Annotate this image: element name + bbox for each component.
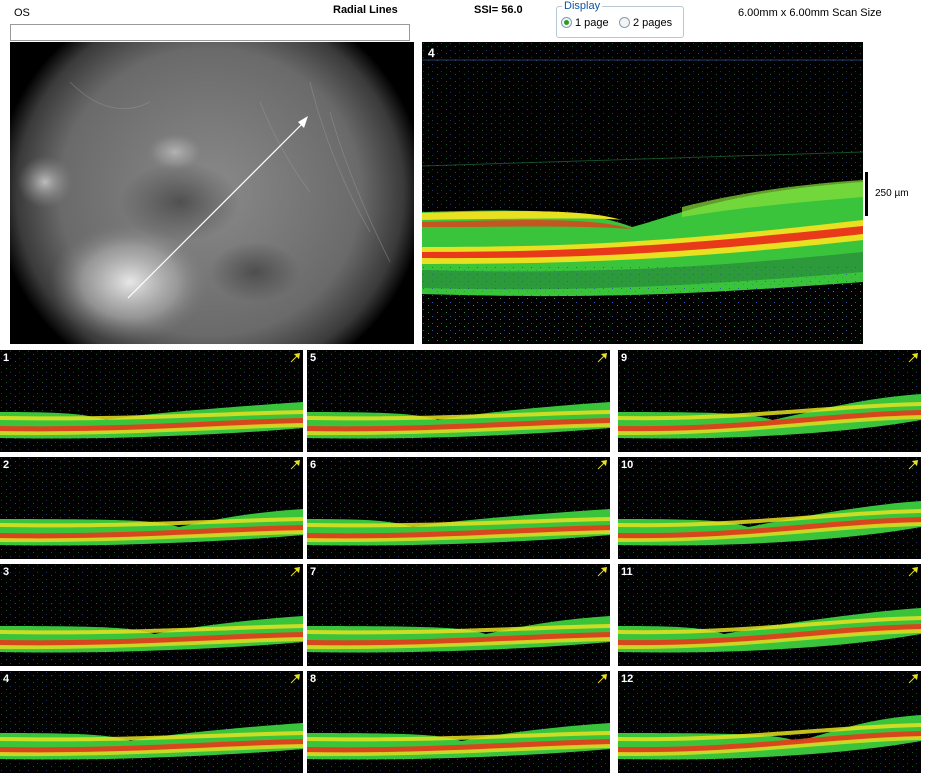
scan-pattern-label: Radial Lines	[333, 4, 398, 16]
thumbnail-scan-number: 3	[3, 566, 10, 578]
oct-thumbnail[interactable]: 8	[307, 671, 610, 773]
oct-thumbnail[interactable]: 5	[307, 350, 610, 452]
oct-thumbnail[interactable]: 7	[307, 564, 610, 666]
oct-thumbnail-svg	[0, 564, 303, 666]
radio-1-page-label: 1 page	[575, 17, 609, 29]
thumbnail-scan-number: 1	[3, 352, 10, 364]
oct-thumbnail-svg	[307, 564, 610, 666]
oct-thumbnail[interactable]: 10	[618, 457, 921, 559]
display-legend: Display	[562, 0, 603, 12]
oct-thumbnail[interactable]: 9	[618, 350, 921, 452]
thumbnail-scan-number: 4	[3, 673, 10, 685]
oct-thumbnail[interactable]: 2	[0, 457, 303, 559]
main-oct-scan[interactable]: 4	[422, 42, 863, 344]
radio-2-pages[interactable]: 2 pages	[619, 17, 672, 29]
scan-size-label: 6.00mm x 6.00mm Scan Size	[738, 7, 882, 19]
fundus-svg	[10, 42, 414, 344]
thumbnail-scan-number: 5	[310, 352, 317, 364]
oct-thumbnail[interactable]: 11	[618, 564, 921, 666]
eye-label: OS	[14, 7, 30, 19]
fundus-caption-field	[10, 24, 410, 41]
radio-selected-icon	[561, 17, 572, 28]
thumbnail-scan-number: 9	[621, 352, 628, 364]
thumbnail-scan-number: 2	[3, 459, 10, 471]
oct-thumbnail[interactable]: 1	[0, 350, 303, 452]
oct-thumbnail-svg	[307, 671, 610, 773]
oct-thumbnail-svg	[0, 457, 303, 559]
radio-1-page[interactable]: 1 page	[561, 17, 609, 29]
oct-thumbnail-svg	[307, 350, 610, 452]
oct-thumbnail[interactable]: 4	[0, 671, 303, 773]
thumbnail-scan-number: 7	[310, 566, 317, 578]
radio-2-pages-label: 2 pages	[633, 17, 673, 29]
oct-thumbnail[interactable]: 3	[0, 564, 303, 666]
thumbnail-scan-number: 11	[621, 566, 633, 578]
scale-label: 250 µm	[875, 188, 909, 199]
main-oct-svg	[422, 42, 863, 344]
oct-thumbnail[interactable]: 12	[618, 671, 921, 773]
thumbnail-scan-number: 10	[621, 459, 634, 471]
oct-thumbnail-svg	[0, 350, 303, 452]
oct-thumbnail-svg	[307, 457, 610, 559]
thumbnail-scan-number: 8	[310, 673, 317, 685]
oct-thumbnail-svg	[618, 457, 921, 559]
scale-bar	[865, 172, 868, 216]
oct-thumbnail-svg	[0, 671, 303, 773]
fundus-image[interactable]	[10, 42, 414, 344]
thumbnail-scan-number: 12	[621, 673, 634, 685]
oct-thumbnail-svg	[618, 350, 921, 452]
oct-thumbnail[interactable]: 6	[307, 457, 610, 559]
ssi-label: SSI= 56.0	[474, 4, 523, 16]
oct-thumbnail-svg	[618, 564, 921, 666]
thumbnail-scan-number: 6	[310, 459, 317, 471]
radio-unselected-icon	[619, 17, 630, 28]
oct-thumbnail-svg	[618, 671, 921, 773]
main-scan-number: 4	[428, 46, 435, 60]
